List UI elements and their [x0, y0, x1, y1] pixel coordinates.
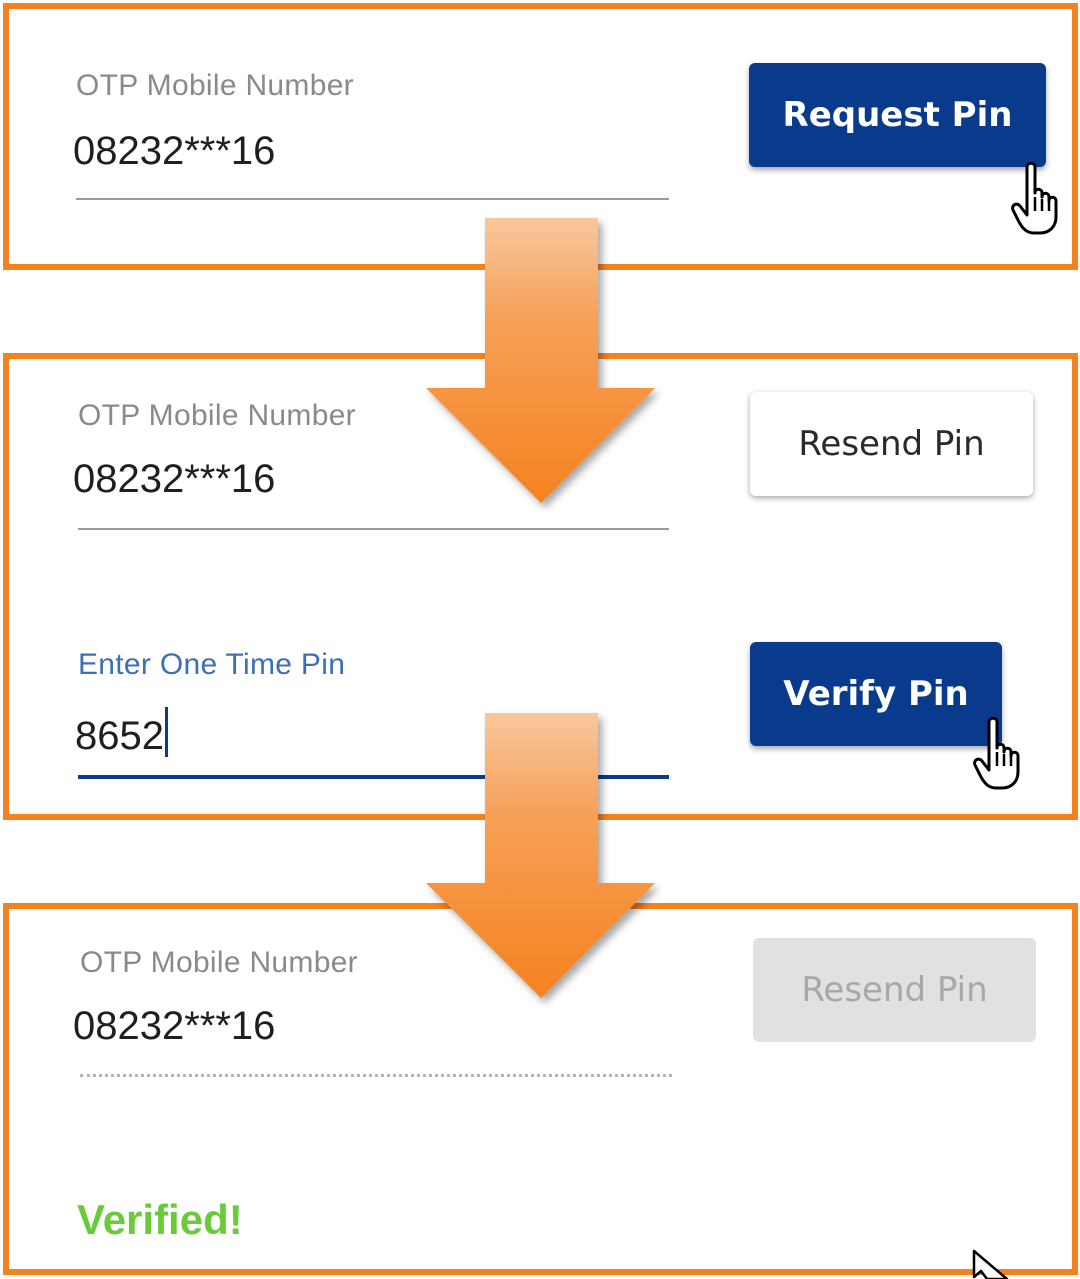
mobile-number-underline — [76, 198, 669, 200]
one-time-pin-value: 8652 — [75, 714, 164, 758]
mobile-number-field[interactable]: 08232***16 — [73, 129, 275, 174]
request-pin-button[interactable]: Request Pin — [749, 63, 1046, 167]
mobile-number-field: 08232***16 — [73, 1004, 276, 1048]
mobile-number-label: OTP Mobile Number — [78, 399, 356, 432]
one-time-pin-input[interactable]: 8652 — [75, 707, 168, 759]
resend-pin-button: Resend Pin — [753, 938, 1036, 1042]
mobile-number-underline — [78, 528, 669, 530]
one-time-pin-label: Enter One Time Pin — [78, 648, 346, 681]
down-arrow-icon — [426, 713, 655, 998]
mobile-number-label: OTP Mobile Number — [76, 69, 354, 102]
resend-pin-button[interactable]: Resend Pin — [750, 392, 1033, 496]
text-caret — [164, 707, 168, 757]
verify-pin-button[interactable]: Verify Pin — [750, 642, 1002, 746]
mobile-number-underline — [80, 1074, 672, 1077]
verified-status: Verified! — [77, 1196, 243, 1243]
hand-pointer-icon — [973, 716, 1020, 790]
hand-pointer-icon — [1011, 161, 1058, 235]
down-arrow-icon — [426, 218, 655, 503]
mobile-number-label: OTP Mobile Number — [80, 946, 358, 979]
arrow-pointer-icon — [972, 1249, 1009, 1279]
mobile-number-field[interactable]: 08232***16 — [73, 457, 275, 502]
